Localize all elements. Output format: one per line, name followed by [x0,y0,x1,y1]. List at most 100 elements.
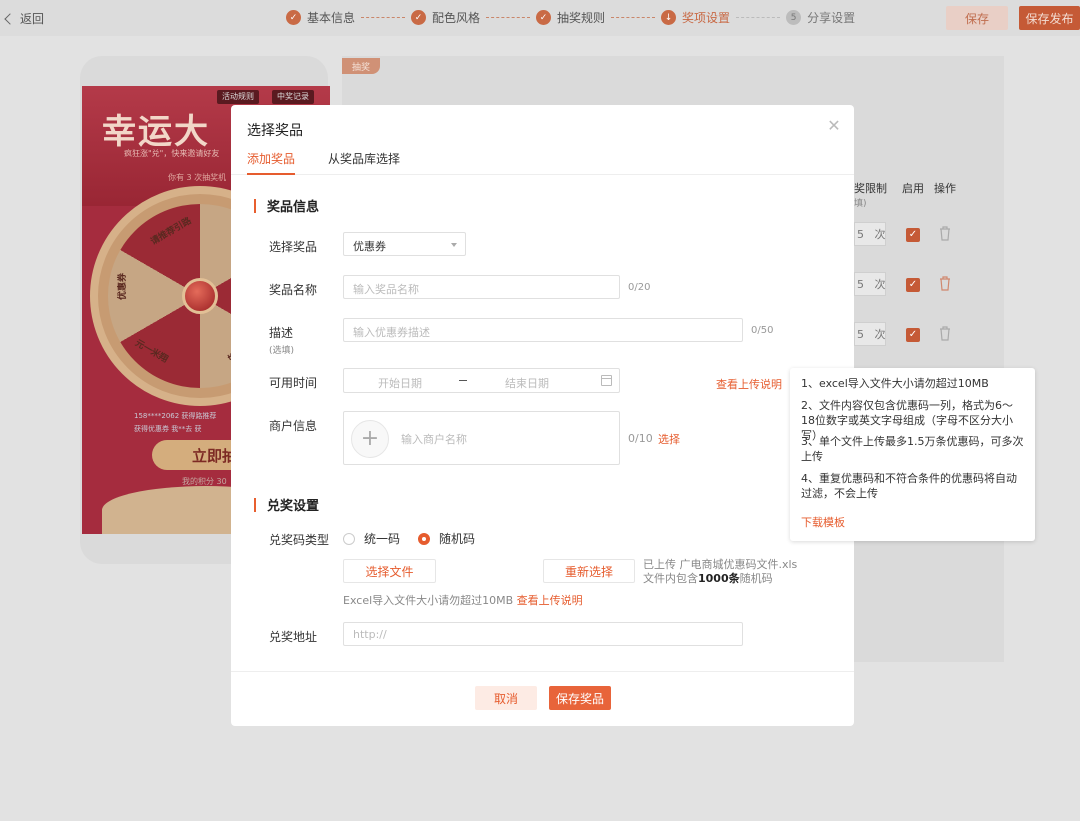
step-color-style[interactable]: ✓ 配色风格 [411,9,480,26]
top-bar: 返回 ✓ 基本信息 ✓ 配色风格 ✓ 抽奖规则 ↓ 奖项设置 5 分享设置 保存… [0,0,1080,36]
trash-icon[interactable] [938,275,952,291]
label-prize-name: 奖品名称 [269,283,318,297]
limit-input[interactable]: 5 次 [854,222,886,246]
enable-checkbox[interactable]: ✓ [906,278,920,292]
view-upload-guide-link[interactable]: 查看上传说明 [716,376,782,392]
step-label: 基本信息 [307,11,356,25]
prize-name-input[interactable]: 输入奖品名称 [343,275,620,299]
description-input[interactable]: 输入优惠券描述 [343,318,743,342]
limit-value: 5 [857,278,864,291]
file-size-hint: Excel导入文件大小请勿超过10MB 查看上传说明 [343,592,583,608]
label-code-type: 兑奖码类型 [269,533,330,547]
plus-icon[interactable]: + [351,420,389,458]
limit-unit: 次 [874,228,886,241]
points-text: 我的积分 30 [182,477,227,486]
records-pill[interactable]: 中奖记录 [272,90,314,104]
range-separator [459,380,467,381]
publish-button[interactable]: 保存发布 [1019,6,1080,30]
table-row: 5 次 ✓ [854,210,970,258]
section-title: 奖品信息 [267,200,320,215]
step-label: 奖项设置 [682,11,731,25]
caret-down-icon [451,243,457,247]
trash-icon[interactable] [938,325,952,341]
stepper: ✓ 基本信息 ✓ 配色风格 ✓ 抽奖规则 ↓ 奖项设置 5 分享设置 [286,9,855,26]
label-description-text: 描述 [269,326,294,340]
merchant-select-link[interactable]: 选择 [658,431,680,447]
step-number: 5 [786,10,802,25]
guide-line: 1、excel导入文件大小请勿超过10MB [801,377,989,390]
col-header-limit-sub: 填) [854,199,867,209]
upload-count-suffix: 随机码 [739,572,773,585]
step-label: 分享设置 [807,11,856,25]
prize-name-count: 0/20 [628,282,651,293]
rules-pill[interactable]: 活动规则 [217,90,259,104]
modal-footer-divider [231,671,854,672]
section-redeem-settings: 兑奖设置 [254,495,319,514]
step-lottery-rules[interactable]: ✓ 抽奖规则 [536,9,605,26]
col-header-limit: 奖限制 填) [854,180,887,209]
limit-value: 5 [857,328,864,341]
download-template-link[interactable]: 下载模板 [801,514,845,530]
select-prize-modal: 选择奖品 ✕ 添加奖品 从奖品库选择 奖品信息 选择奖品 优惠券 奖品名称 输入… [231,105,854,726]
check-icon: ✓ [286,10,301,25]
prize-type-select[interactable]: 优惠券 [343,232,466,256]
upload-guide-popover: 1、excel导入文件大小请勿超过10MB 2、文件内容仅包含优惠码一列，格式为… [790,368,1035,541]
step-basic-info[interactable]: ✓ 基本信息 [286,9,355,26]
radio-unified-code[interactable]: 统一码 [343,530,400,547]
calendar-icon [601,375,612,386]
step-divider [611,17,656,18]
reselect-button[interactable]: 重新选择 [543,559,635,583]
step-label: 配色风格 [432,11,481,25]
tab-add-prize[interactable]: 添加奖品 [247,150,296,175]
winner-line: 158****2062 获得路推荐 [134,412,217,420]
save-button[interactable]: 保存 [946,6,1008,30]
upload-guide-link[interactable]: 查看上传说明 [517,594,583,607]
enable-checkbox[interactable]: ✓ [906,228,920,242]
limit-unit: 次 [874,278,886,291]
radio-label: 随机码 [439,532,476,546]
col-header-limit-text: 奖限制 [854,182,887,195]
section-title: 兑奖设置 [267,499,320,514]
enable-checkbox[interactable]: ✓ [906,328,920,342]
tab-prize-library[interactable]: 从奖品库选择 [328,150,400,167]
start-date-placeholder[interactable]: 开始日期 [378,375,422,391]
check-icon: ✓ [536,10,552,25]
upload-status: 已上传 广电商城优惠码文件.xls 文件内包含1000条随机码 [643,558,797,586]
merchant-name-input[interactable]: 输入商户名称 [401,431,467,447]
radio-random-code[interactable]: 随机码 [418,530,475,547]
table-row: 5 次 ✓ [854,260,970,308]
step-divider [486,17,531,18]
save-prize-button[interactable]: 保存奖品 [549,686,611,710]
date-range-picker[interactable]: 开始日期 结束日期 [343,368,620,393]
limit-input[interactable]: 5 次 [854,272,886,296]
label-redeem-address: 兑奖地址 [269,630,318,644]
choose-file-button[interactable]: 选择文件 [343,559,436,583]
radio-circle-selected [418,532,430,545]
step-label: 抽奖规则 [557,11,606,25]
trash-icon[interactable] [938,225,952,241]
limit-input[interactable]: 5 次 [854,322,886,346]
guide-line: 4、重复优惠码和不符合条件的优惠码将自动过滤，不会上传 [801,472,1017,500]
merchant-count: 0/10 [628,432,653,445]
label-select-prize: 选择奖品 [269,240,318,254]
back-button[interactable]: 返回 [4,10,44,27]
label-merchant: 商户信息 [269,419,318,433]
wheel-spin-button[interactable] [182,278,218,314]
label-description-sub: (选填) [269,346,295,356]
step-divider [736,17,781,18]
step-share-settings[interactable]: 5 分享设置 [786,9,855,26]
limit-unit: 次 [874,328,886,341]
end-date-placeholder[interactable]: 结束日期 [505,375,549,391]
close-icon[interactable]: ✕ [825,117,843,135]
redeem-address-input[interactable]: http:// [343,622,743,646]
lottery-tag: 抽奖 [342,58,380,74]
winner-line: 获得优惠券 我**去 获 [134,425,202,433]
winner-feed: 158****2062 获得路推荐 获得优惠券 我**去 获 [134,410,216,436]
prize-type-value: 优惠券 [353,240,386,253]
radio-label: 统一码 [364,532,401,546]
cancel-button[interactable]: 取消 [475,686,537,710]
step-divider [361,17,406,18]
section-prize-info: 奖品信息 [254,196,319,215]
step-prize-settings[interactable]: ↓ 奖项设置 [661,9,730,26]
check-icon: ✓ [411,10,427,25]
